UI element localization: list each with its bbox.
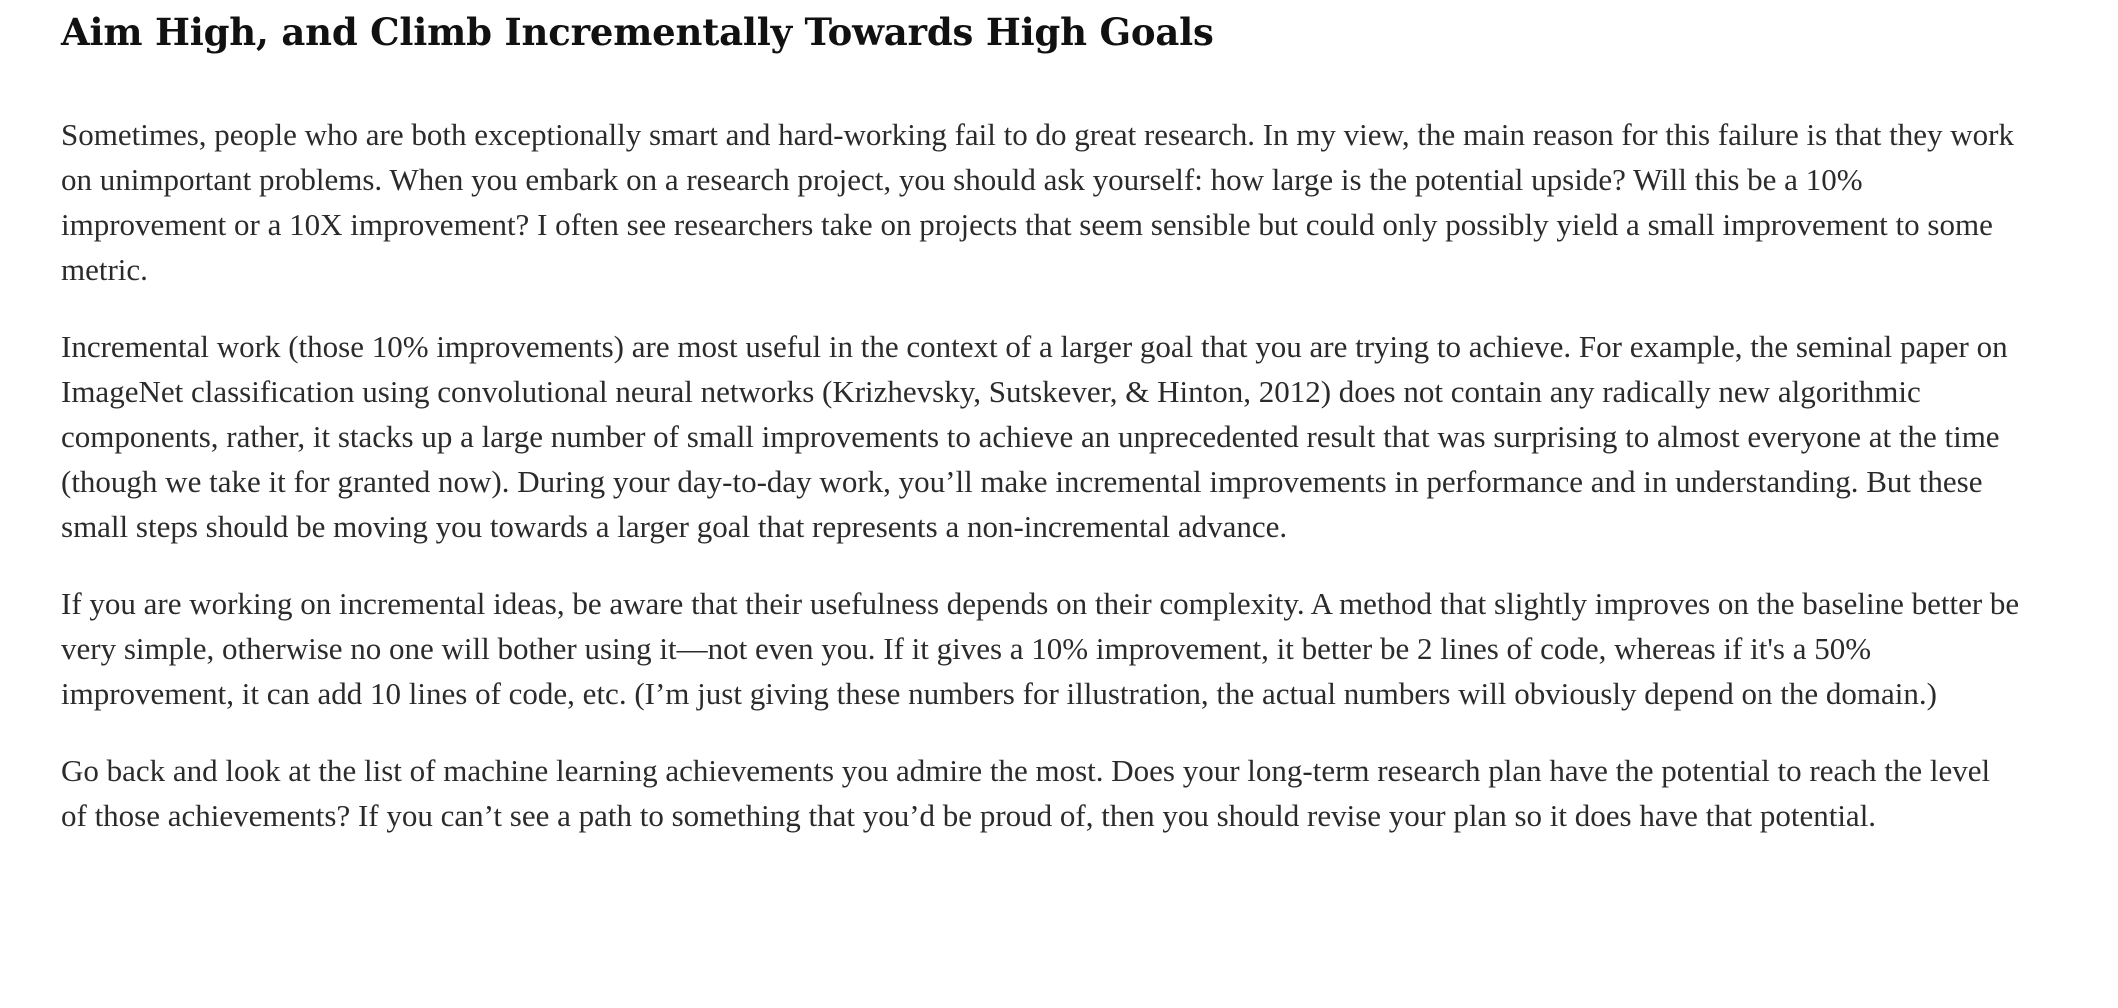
paragraph-1: Sometimes, people who are both exception… xyxy=(61,117,2014,287)
paragraph-3: If you are working on incremental ideas,… xyxy=(61,586,2020,711)
section-heading: Aim High, and Climb Incrementally Toward… xyxy=(61,10,1214,54)
article: Aim High, and Climb Incrementally Toward… xyxy=(61,8,2021,870)
paragraph-4: Go back and look at the list of machine … xyxy=(61,753,1991,833)
paragraph-2: Incremental work (those 10% improvements… xyxy=(61,329,2008,544)
